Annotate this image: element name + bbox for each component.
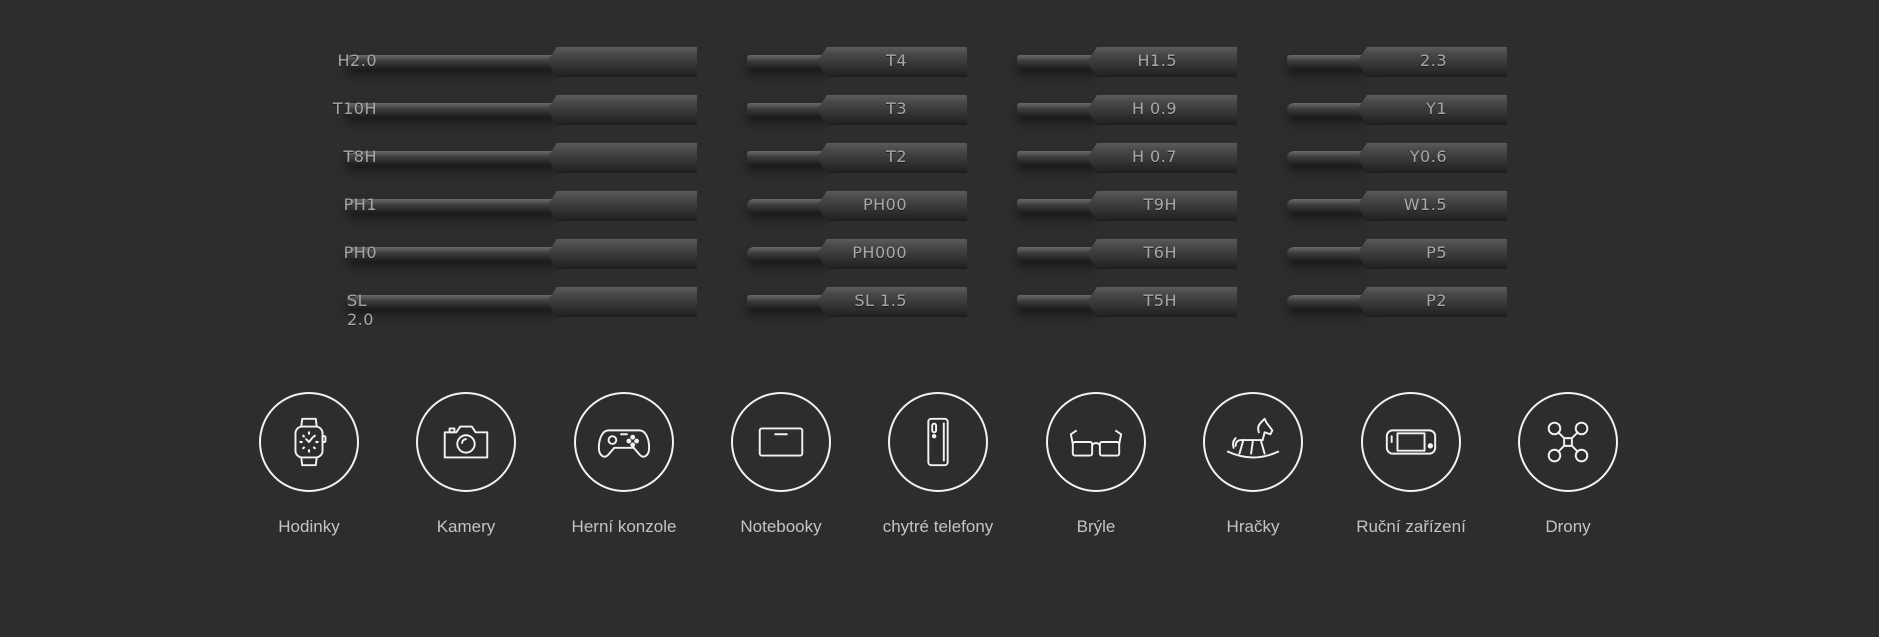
bit-label: PH0 (343, 243, 377, 262)
bit-label: W1.5 (1403, 195, 1447, 214)
bit-label: T10H (332, 99, 377, 118)
bit-label: P2 (1426, 291, 1447, 310)
device-label: Brýle (1076, 517, 1116, 536)
icon-circle (574, 392, 674, 492)
device-label: Ruční zařízení (1356, 517, 1466, 536)
icon-circle (731, 392, 831, 492)
device-item-toys: Hračky (1173, 392, 1333, 537)
device-item-laptop: Notebooky (701, 392, 861, 537)
bit-label: T9H (1143, 195, 1177, 214)
bit-label: Y0.6 (1409, 147, 1447, 166)
bit-label: H2.0 (337, 51, 377, 70)
icon-circle (259, 392, 359, 492)
device-item-smartphone: chytré telefony (858, 392, 1018, 537)
rocking-horse-icon (1226, 417, 1280, 459)
bit-label: P5 (1426, 243, 1447, 262)
handheld-console-icon (1385, 429, 1437, 455)
icon-circle (1046, 392, 1146, 492)
icon-circle (888, 392, 988, 492)
bit-label: Y1 (1426, 99, 1447, 118)
bit-label: 2.3 (1420, 51, 1447, 70)
bit-label: PH00 (862, 195, 907, 214)
drone-icon (1547, 421, 1589, 463)
device-item-drone: Drony (1488, 392, 1648, 537)
device-item-watch: Hodinky (229, 392, 389, 537)
bit-label: H 0.9 (1131, 99, 1177, 118)
device-label: Hračky (1226, 517, 1280, 536)
icon-circle (416, 392, 516, 492)
device-item-camera: Kamery (386, 392, 546, 537)
bit-label: T3 (886, 99, 907, 118)
bit-label: T6H (1143, 243, 1177, 262)
gamepad-icon (597, 429, 651, 458)
bit-label: T4 (886, 51, 907, 70)
screwdriver-bits-set: H2.0 T10H T8H PH1 PH0 SL 2.0 T4 T3 T2 PH… (0, 0, 1879, 340)
bit-label: T5H (1143, 291, 1177, 310)
device-item-handheld: Ruční zařízení (1331, 392, 1491, 537)
laptop-icon (758, 427, 804, 457)
device-item-glasses: Brýle (1016, 392, 1176, 537)
watch-icon (294, 417, 327, 467)
icon-circle (1518, 392, 1618, 492)
icon-circle (1203, 392, 1303, 492)
bit-label: T8H (343, 147, 377, 166)
bit-label: T2 (886, 147, 907, 166)
bit-label: SL 2.0 (347, 291, 374, 329)
bit-label: PH000 (852, 243, 907, 262)
device-label: chytré telefony (882, 517, 994, 536)
smartphone-icon (927, 417, 949, 467)
camera-icon (443, 425, 489, 459)
icon-circle (1361, 392, 1461, 492)
device-item-game-console: Herní konzole (544, 392, 704, 537)
device-label: Drony (1545, 517, 1591, 536)
bit-label: PH1 (343, 195, 377, 214)
device-label: Kamery (436, 517, 496, 536)
bit-label: H 0.7 (1131, 147, 1177, 166)
device-label: Notebooky (740, 517, 822, 536)
bit-label: H1.5 (1137, 51, 1177, 70)
bit-label: SL 1.5 (854, 291, 907, 310)
device-label: Hodinky (278, 517, 340, 536)
device-label: Herní konzole (571, 517, 677, 536)
glasses-icon (1069, 429, 1123, 457)
